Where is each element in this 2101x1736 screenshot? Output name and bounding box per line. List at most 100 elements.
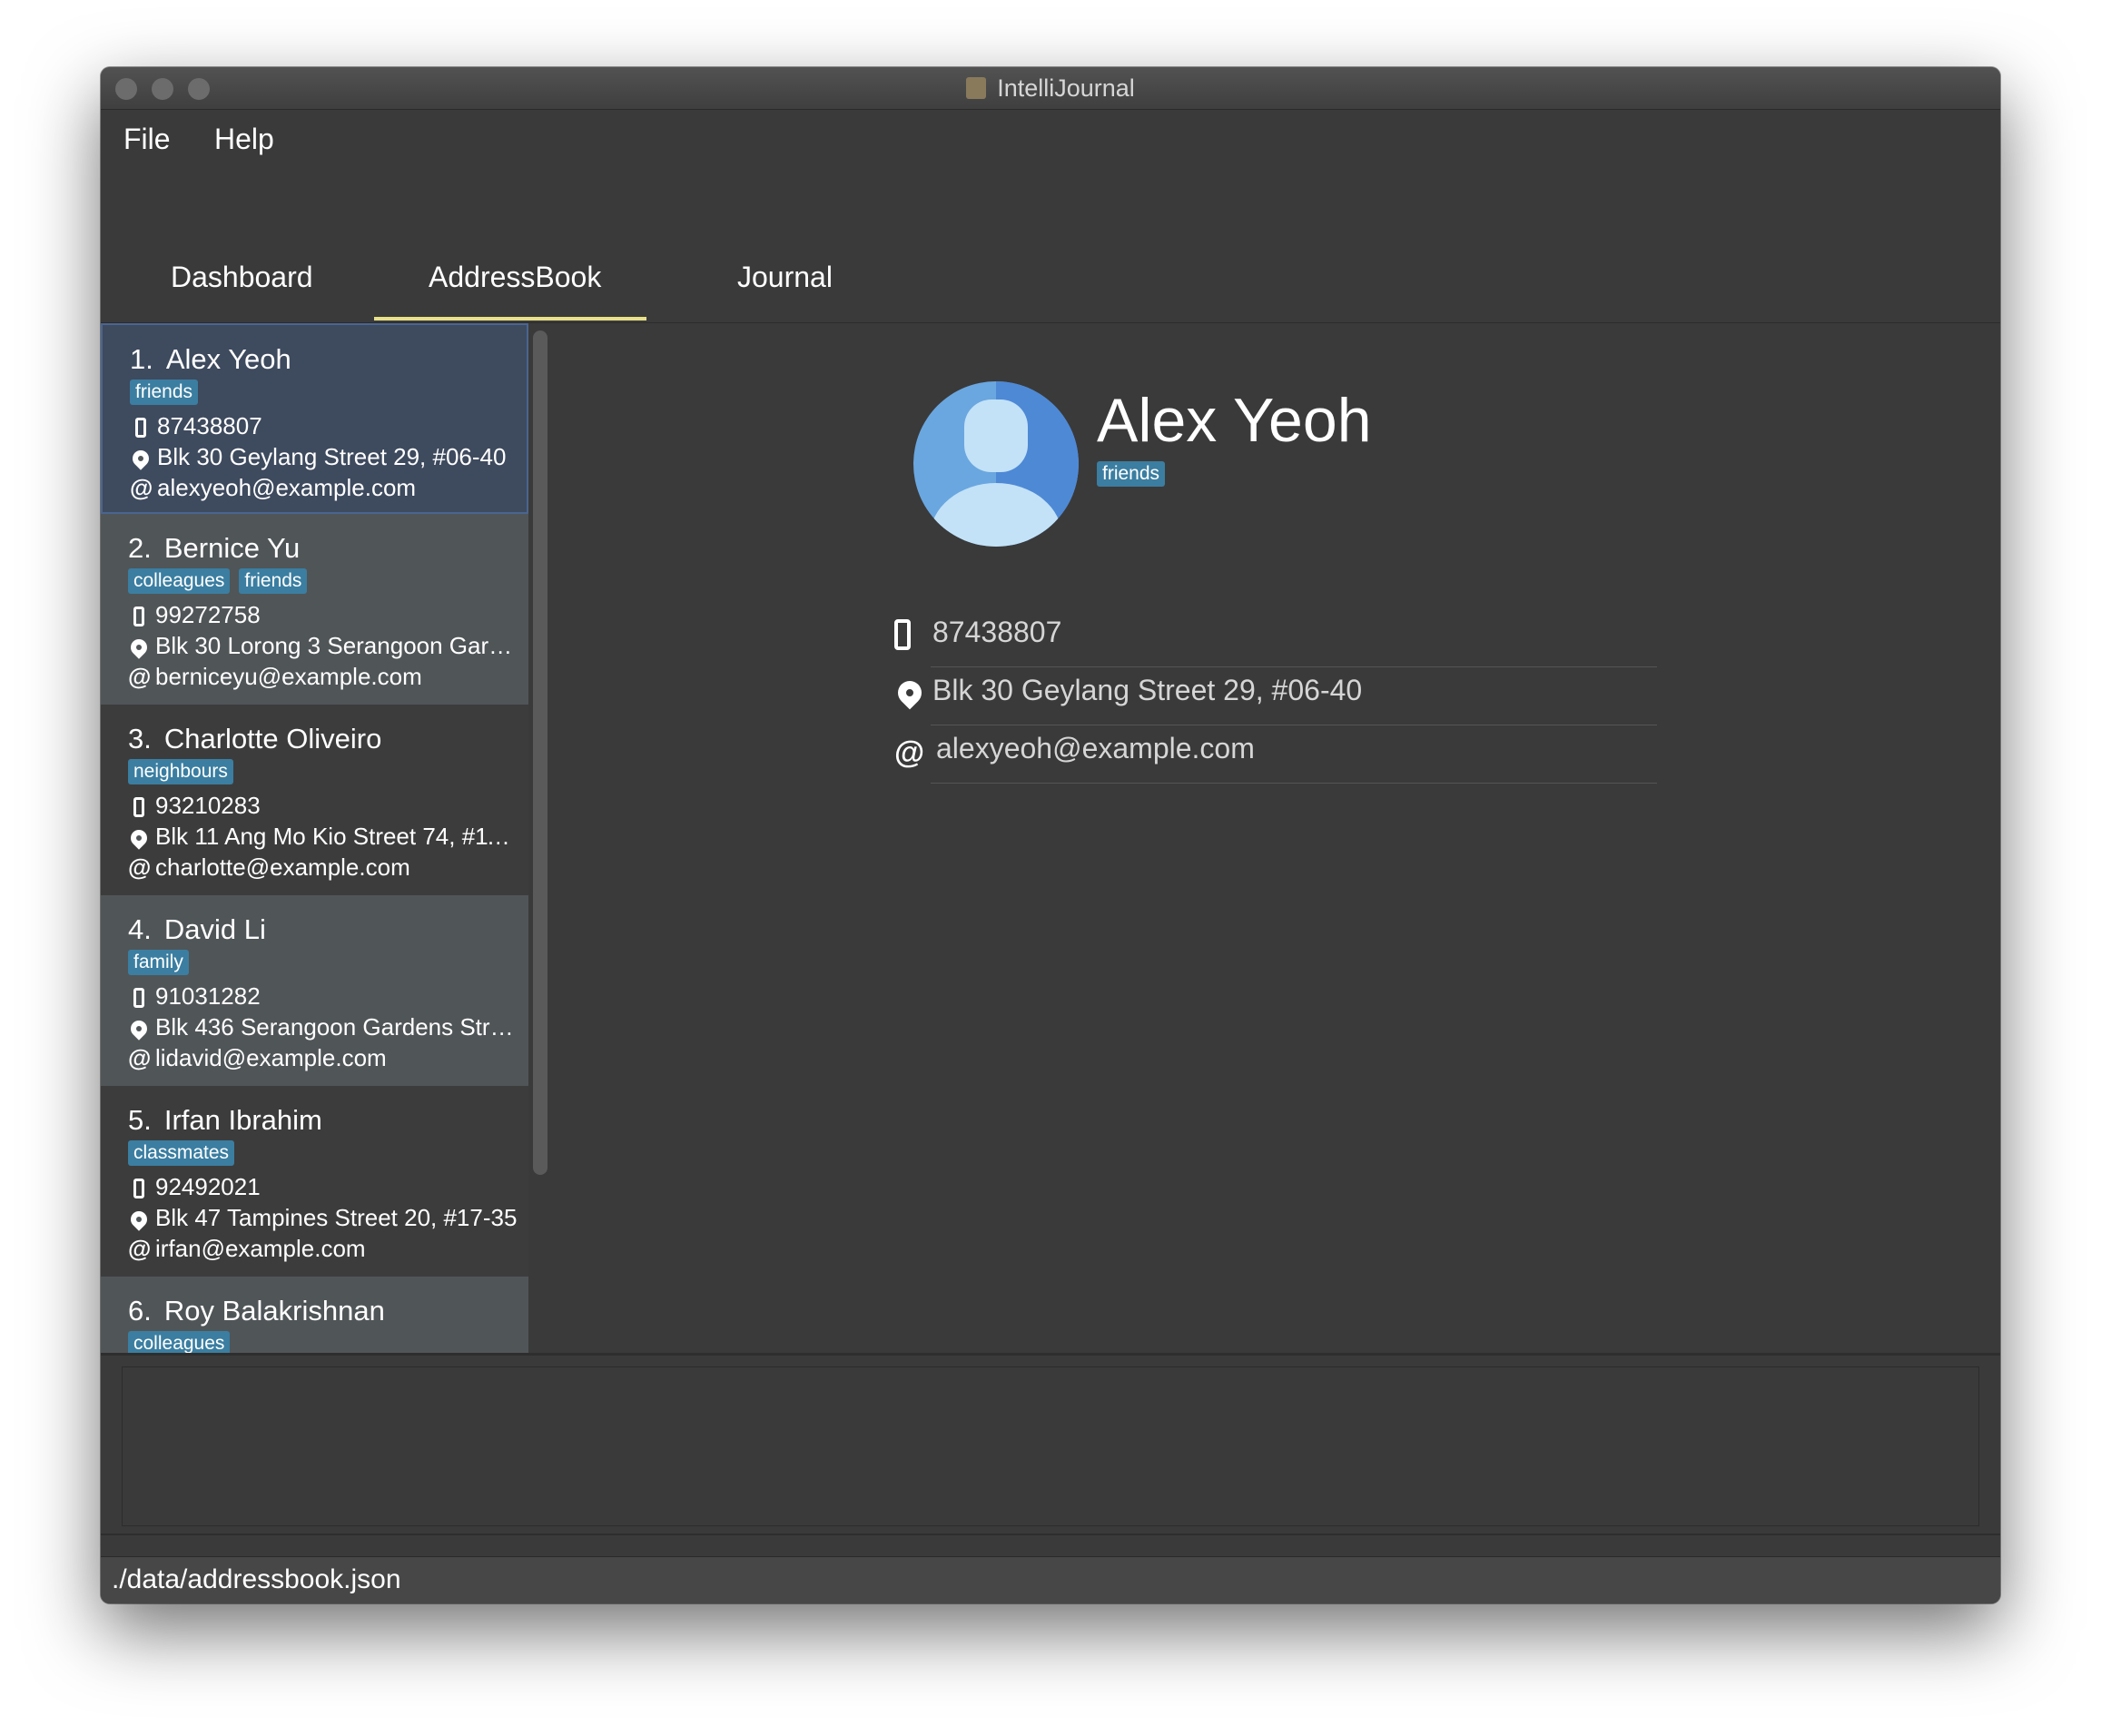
person-index: 6. [128, 1295, 152, 1327]
phone-text: 91031282 [155, 982, 261, 1010]
tab-journal[interactable]: Journal [737, 261, 833, 294]
person-index: 5. [128, 1104, 152, 1136]
phone-row: 92492021 [128, 1171, 518, 1202]
detail-address: Blk 30 Geylang Street 29, #06-40 [932, 674, 1363, 706]
save-location: ./data/addressbook.json [112, 1564, 401, 1594]
email-text: irfan@example.com [155, 1235, 366, 1262]
tag: friends [130, 380, 199, 405]
person-index: 4. [128, 913, 152, 945]
app-window: IntelliJournal File Help Dashboard Addre… [101, 67, 2000, 1603]
window-title-text: IntelliJournal [997, 74, 1135, 102]
person-name: 4. David Li [128, 912, 528, 948]
phone-icon [894, 619, 911, 658]
result-display [101, 1353, 2000, 1535]
detail-tag-list: friends [1097, 461, 1174, 487]
location-pin-icon [128, 821, 151, 852]
person-list[interactable]: 1. Alex Yeoh friends 87438807 Blk 30 Geyl… [101, 323, 528, 1353]
phone-icon [130, 410, 152, 441]
phone-icon [128, 1171, 150, 1202]
window-title: IntelliJournal [101, 74, 2000, 103]
person-card[interactable]: 2. Bernice Yu colleagues friends 99272758 … [101, 514, 528, 705]
email-row: @ alexyeoh@example.com [130, 472, 520, 503]
phone-row: 93210283 [128, 790, 518, 821]
person-name: 6. Roy Balakrishnan [128, 1293, 528, 1329]
phone-text: 92492021 [155, 1173, 261, 1200]
detail-email: alexyeoh@example.com [936, 732, 1255, 764]
tab-dashboard[interactable]: Dashboard [171, 261, 313, 294]
menu-bar: File Help [101, 110, 2000, 164]
list-scrollbar[interactable] [533, 330, 547, 1175]
tag-list: colleagues friends [128, 568, 528, 599]
tag: colleagues [128, 1331, 231, 1353]
menu-help[interactable]: Help [214, 123, 274, 156]
person-name: 2. Bernice Yu [128, 530, 528, 567]
address-row: Blk 30 Geylang Street 29, #06-40 [130, 441, 520, 472]
menu-file[interactable]: File [123, 123, 171, 156]
title-bar: IntelliJournal [101, 67, 2000, 110]
location-pin-icon [130, 441, 153, 472]
detail-name: Alex Yeoh [1097, 386, 1372, 455]
tab-addressbook[interactable]: AddressBook [429, 261, 601, 294]
tag: family [128, 950, 189, 975]
tag-list: classmates [128, 1140, 528, 1171]
location-pin-icon [893, 676, 927, 713]
email-row: @ lidavid@example.com [128, 1042, 518, 1073]
tag: friends [239, 568, 308, 594]
person-name-text: Bernice Yu [163, 532, 301, 564]
tag-list: neighbours [128, 759, 528, 790]
person-card[interactable]: 4. David Li family 91031282 Blk 436 Seran… [101, 895, 528, 1086]
location-pin-icon [128, 1011, 151, 1042]
phone-row: 87438807 [130, 410, 520, 441]
person-card[interactable]: 5. Irfan Ibrahim classmates 92492021 Blk … [101, 1086, 528, 1277]
address-row: Blk 47 Tampines Street 20, #17-35 [128, 1202, 518, 1233]
phone-text: 99272758 [155, 601, 261, 628]
location-pin-icon [128, 630, 151, 661]
email-text: berniceyu@example.com [155, 663, 422, 690]
active-tab-indicator [374, 317, 646, 321]
app-icon [966, 77, 987, 99]
phone-text: 87438807 [157, 412, 262, 439]
detail-phone: 87438807 [932, 616, 1062, 648]
person-name-text: David Li [163, 913, 266, 945]
address-text: Blk 30 Geylang Street 29, #06-40 [157, 443, 507, 470]
person-card[interactable]: 3. Charlotte Oliveiro neighbours 93210283… [101, 705, 528, 895]
address-text: Blk 30 Lorong 3 Serangoon Garde... [155, 632, 518, 659]
person-index: 2. [128, 532, 152, 564]
person-card[interactable]: 6. Roy Balakrishnan colleagues [101, 1277, 528, 1353]
address-row: Blk 30 Lorong 3 Serangoon Garde... [128, 630, 518, 661]
person-detail-panel: Alex Yeoh friends 87438807 Blk 30 Geylan… [557, 323, 2000, 1353]
person-name-text: Alex Yeoh [165, 343, 291, 375]
tag: colleagues [128, 568, 231, 594]
phone-icon [128, 981, 150, 1011]
person-card[interactable]: 1. Alex Yeoh friends 87438807 Blk 30 Geyl… [101, 323, 528, 514]
status-bar: ./data/addressbook.json [101, 1556, 2000, 1603]
person-name: 3. Charlotte Oliveiro [128, 721, 528, 757]
phone-row: 91031282 [128, 981, 518, 1011]
at-sign-icon: @ [128, 853, 152, 881]
tag-list: family [128, 950, 528, 981]
email-row: @ berniceyu@example.com [128, 661, 518, 692]
person-index: 1. [130, 343, 153, 375]
person-name-text: Roy Balakrishnan [163, 1295, 385, 1327]
person-index: 3. [128, 723, 152, 755]
phone-icon [128, 790, 150, 821]
email-text: alexyeoh@example.com [157, 474, 417, 501]
at-sign-icon: @ [894, 735, 925, 770]
email-row: @ irfan@example.com [128, 1233, 518, 1264]
tag-list: friends [130, 380, 527, 410]
person-name: 1. Alex Yeoh [130, 341, 527, 378]
avatar [913, 381, 1079, 547]
email-row: @ charlotte@example.com [128, 852, 518, 883]
tag: classmates [128, 1140, 235, 1166]
person-name-text: Charlotte Oliveiro [163, 723, 382, 755]
tag-list: colleagues [128, 1331, 528, 1353]
email-text: lidavid@example.com [155, 1044, 387, 1071]
phone-text: 93210283 [155, 792, 261, 819]
result-text-area[interactable] [122, 1366, 1979, 1526]
phone-row: 99272758 [128, 599, 518, 630]
phone-icon [128, 599, 150, 630]
at-sign-icon: @ [128, 1235, 152, 1262]
tab-bar: Dashboard AddressBook Journal [101, 164, 2000, 323]
address-text: Blk 47 Tampines Street 20, #17-35 [155, 1204, 518, 1231]
tag: neighbours [128, 759, 233, 784]
